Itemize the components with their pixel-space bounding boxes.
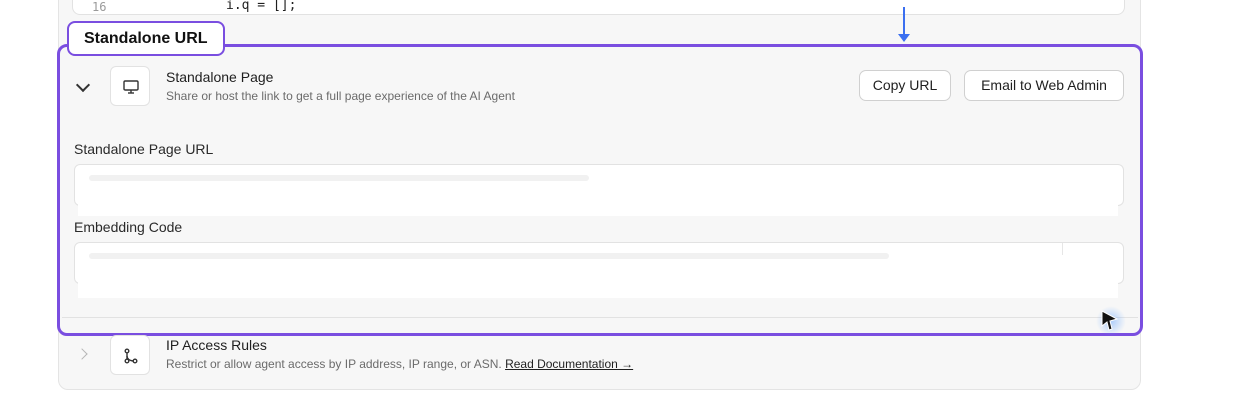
ip-rules-title: IP Access Rules: [166, 337, 267, 353]
fade-overlay-2: [78, 280, 1118, 298]
ip-rules-description-text: Restrict or allow agent access by IP add…: [166, 357, 502, 371]
standalone-description: Share or host the link to get a full pag…: [166, 89, 515, 103]
git-branch-icon: [110, 335, 150, 375]
code-line-number: 16: [92, 0, 107, 14]
cursor-icon: [1101, 310, 1119, 331]
embedding-code-input[interactable]: [74, 242, 1124, 284]
annotation-arrow: [903, 7, 905, 37]
standalone-url-input[interactable]: [74, 164, 1124, 206]
annotation-arrow-head: [898, 34, 910, 42]
standalone-title: Standalone Page: [166, 69, 274, 85]
section-divider: [62, 317, 1138, 318]
email-web-admin-button[interactable]: Email to Web Admin: [964, 70, 1124, 101]
url-value-placeholder: [89, 175, 589, 181]
fade-overlay: [78, 202, 1118, 216]
read-documentation-link[interactable]: Read Documentation →: [505, 357, 633, 371]
copy-url-button[interactable]: Copy URL: [859, 70, 951, 101]
highlight-tag: Standalone URL: [67, 21, 225, 56]
ip-rules-description: Restrict or allow agent access by IP add…: [166, 357, 633, 371]
url-field-label: Standalone Page URL: [74, 141, 214, 157]
monitor-icon: [110, 66, 150, 106]
embed-field-label: Embedding Code: [74, 219, 183, 235]
code-line: i.q = [];: [226, 0, 297, 13]
embed-value-placeholder: [89, 253, 889, 259]
input-divider: [1062, 243, 1063, 255]
